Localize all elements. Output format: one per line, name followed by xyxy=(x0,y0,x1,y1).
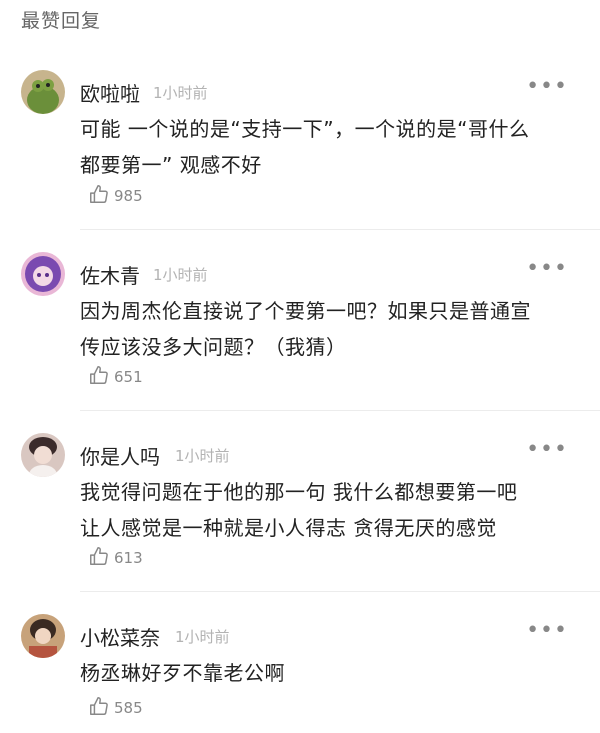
like-button[interactable]: 651 xyxy=(88,364,143,390)
avatar[interactable] xyxy=(21,252,65,296)
like-count: 585 xyxy=(114,699,143,717)
divider xyxy=(80,229,600,230)
comment-line: 让人感觉是一种就是小人得志 贪得无厌的感觉 xyxy=(80,516,497,540)
comment-line: 杨丞琳好歹不靠老公啊 xyxy=(80,661,285,685)
like-button[interactable]: 613 xyxy=(88,545,143,571)
username[interactable]: 小松菜奈 xyxy=(80,622,160,651)
more-dots-icon[interactable]: ••• xyxy=(526,620,568,642)
username[interactable]: 你是人吗 xyxy=(80,441,160,470)
comment-text: 可能 一个说的是“支持一下”，一个说的是“哥什么 都要第一” 观感不好 xyxy=(80,111,580,183)
timestamp: 1小时前 xyxy=(153,84,208,102)
thumbs-up-icon xyxy=(88,545,110,571)
thumbs-up-icon xyxy=(88,695,110,721)
comment-line: 因为周杰伦直接说了个要第一吧？如果只是普通宣 xyxy=(80,299,531,323)
comment-line: 我觉得问题在于他的那一句 我什么都想要第一吧 xyxy=(80,480,518,504)
more-dots-icon[interactable]: ••• xyxy=(526,76,568,98)
username[interactable]: 佐木青 xyxy=(80,260,140,289)
like-button[interactable]: 585 xyxy=(88,695,143,721)
comment-text: 因为周杰伦直接说了个要第一吧？如果只是普通宣 传应该没多大问题？（我猜） xyxy=(80,293,580,365)
comment-text: 我觉得问题在于他的那一句 我什么都想要第一吧 让人感觉是一种就是小人得志 贪得无… xyxy=(80,474,580,546)
username[interactable]: 欧啦啦 xyxy=(80,78,140,107)
comment-text: 杨丞琳好歹不靠老公啊 xyxy=(80,655,580,691)
timestamp: 1小时前 xyxy=(175,628,230,646)
comment-line: 都要第一” 观感不好 xyxy=(80,153,262,177)
more-dots-icon[interactable]: ••• xyxy=(526,439,568,461)
like-count: 985 xyxy=(114,187,143,205)
timestamp: 1小时前 xyxy=(153,266,208,284)
avatar[interactable] xyxy=(21,433,65,477)
section-title: 最赞回复 xyxy=(21,10,102,32)
thumbs-up-icon xyxy=(88,183,110,209)
divider xyxy=(80,410,600,411)
avatar[interactable] xyxy=(21,70,65,114)
comment-line: 传应该没多大问题？（我猜） xyxy=(80,335,347,359)
avatar[interactable] xyxy=(21,614,65,658)
thumbs-up-icon xyxy=(88,364,110,390)
timestamp: 1小时前 xyxy=(175,447,230,465)
like-count: 613 xyxy=(114,549,143,567)
more-dots-icon[interactable]: ••• xyxy=(526,258,568,280)
like-button[interactable]: 985 xyxy=(88,183,143,209)
divider xyxy=(80,591,600,592)
comment-line: 可能 一个说的是“支持一下”，一个说的是“哥什么 xyxy=(80,117,530,141)
like-count: 651 xyxy=(114,368,143,386)
